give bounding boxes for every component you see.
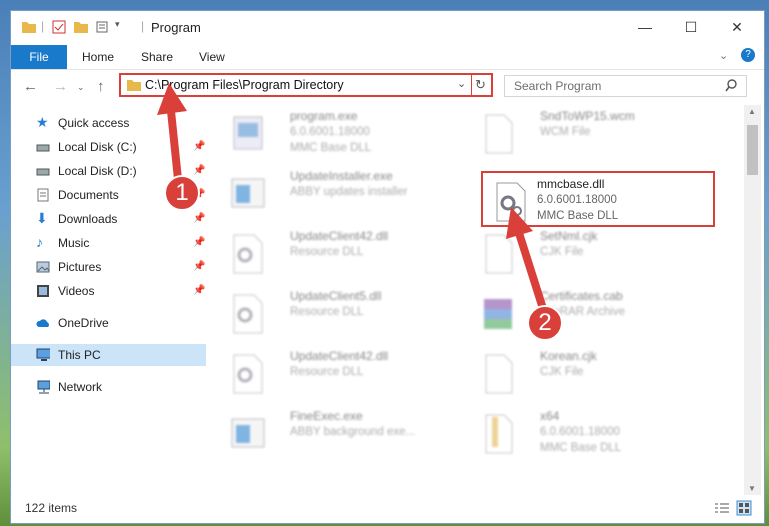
arrow-2-shaft: [515, 231, 549, 317]
arrow-2-head: [506, 207, 533, 239]
annotation-arrows: [157, 83, 549, 317]
callout-1: 1: [164, 175, 200, 211]
arrow-1-head: [157, 83, 187, 115]
explorer-window: | ▾ | Program — ☐ ✕ File Home Share View…: [10, 10, 765, 524]
callout-2: 2: [527, 305, 563, 341]
